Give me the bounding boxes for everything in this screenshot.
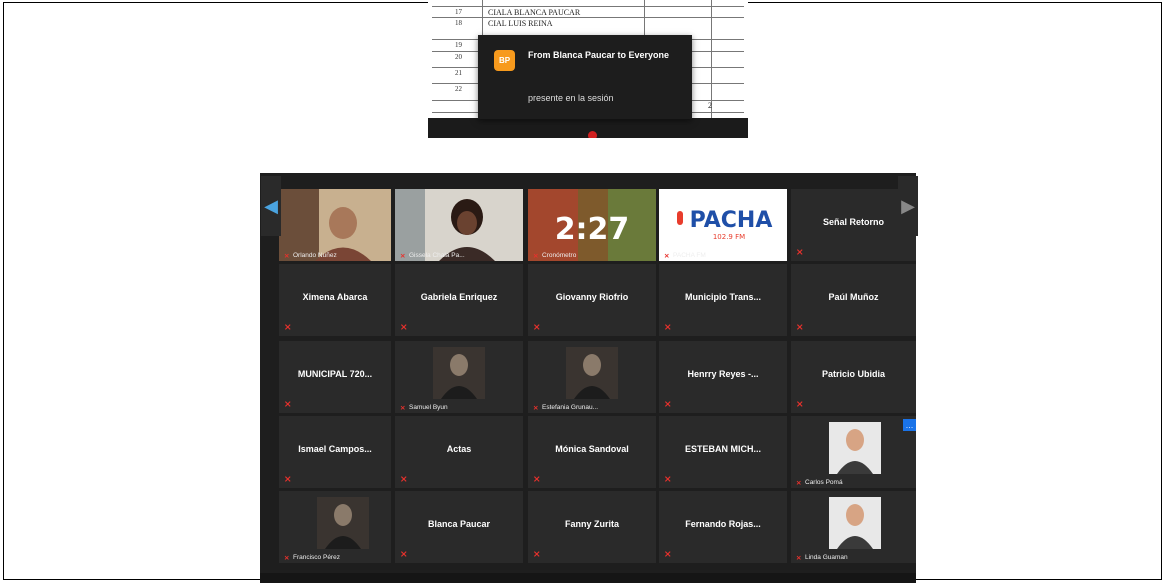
- participant-label: ⨯ Linda Guaman: [796, 554, 848, 562]
- pacha-logo: PACHA102.9 FM: [659, 189, 787, 261]
- participant-tile[interactable]: Blanca Paucar ⨯: [395, 491, 523, 563]
- muted-mic-icon: ⨯: [664, 399, 672, 409]
- participant-label: ⨯ Cronómetro: [533, 252, 577, 260]
- participant-tile[interactable]: Henrry Reyes -... ⨯: [659, 341, 787, 413]
- muted-mic-icon: ⨯: [284, 474, 292, 484]
- chevron-right-icon[interactable]: ▶: [898, 176, 918, 236]
- muted-mic-icon: ⨯: [796, 480, 802, 487]
- participant-tile[interactable]: Gabriela Enriquez ⨯: [395, 264, 523, 336]
- participant-photo: [791, 416, 916, 488]
- participant-name: Ismael Campos...: [298, 444, 372, 454]
- participant-label: ⨯ Gissela Chala Pa...: [400, 252, 465, 260]
- participant-tile[interactable]: Giovanny Riofrio ⨯: [528, 264, 656, 336]
- meeting-controls-bar: [260, 573, 916, 583]
- participant-tile[interactable]: Patricio Ubidia ⨯: [791, 341, 916, 413]
- participant-tile[interactable]: Mónica Sandoval ⨯: [528, 416, 656, 488]
- notification-dot: [588, 131, 597, 138]
- participant-name: Henrry Reyes -...: [687, 369, 759, 379]
- participant-name: Ximena Abarca: [302, 292, 368, 302]
- more-options-button[interactable]: …: [903, 419, 916, 431]
- muted-mic-icon: ⨯: [400, 322, 408, 332]
- chat-notification-message: presente en la sesión: [528, 93, 614, 103]
- participant-tile[interactable]: ⨯ Samuel Byun: [395, 341, 523, 413]
- participant-label: ⨯ Orlando Nuñez: [284, 252, 337, 260]
- muted-mic-icon: ⨯: [533, 405, 539, 412]
- participant-name: MUNICIPAL 720...: [297, 369, 373, 379]
- timer-display: 2:27: [528, 189, 656, 261]
- participant-name: Municipio Trans...: [684, 292, 761, 302]
- muted-mic-icon: ⨯: [664, 474, 672, 484]
- svg-text:2:27: 2:27: [555, 212, 630, 247]
- participant-tile[interactable]: Ismael Campos... ⨯: [279, 416, 391, 488]
- muted-mic-icon: ⨯: [533, 253, 539, 260]
- participant-tile[interactable]: ⨯ Carlos Pomá: [791, 416, 916, 488]
- participant-photo: [791, 491, 916, 563]
- participant-tile[interactable]: Paúl Muñoz ⨯: [791, 264, 916, 336]
- muted-mic-icon: ⨯: [284, 322, 292, 332]
- participant-tile[interactable]: MUNICIPAL 720... ⨯: [279, 341, 391, 413]
- participant-tile[interactable]: Ximena Abarca ⨯: [279, 264, 391, 336]
- muted-mic-icon: ⨯: [796, 555, 802, 562]
- participant-tile[interactable]: Municipio Trans... ⨯: [659, 264, 787, 336]
- taskbar: [428, 118, 748, 138]
- participant-name: Fernando Rojas...: [685, 519, 761, 529]
- participant-tile[interactable]: ⨯ Orlando Nuñez: [279, 189, 391, 261]
- svg-text:102.9 FM: 102.9 FM: [713, 233, 745, 241]
- participant-name: Blanca Paucar: [427, 519, 491, 529]
- chevron-left-icon[interactable]: ◀: [261, 176, 281, 236]
- gallery-view: ⨯ Orlando Nuñez ⨯ Gissela Chala Pa... 2:27 ⨯ C…: [260, 173, 916, 583]
- chat-notification[interactable]: BP From Blanca Paucar to Everyone presen…: [478, 35, 692, 119]
- participant-tile[interactable]: ⨯ Linda Guaman: [791, 491, 916, 563]
- participant-name: Patricio Ubidia: [821, 369, 885, 379]
- muted-mic-icon: ⨯: [400, 474, 408, 484]
- chat-notification-title: From Blanca Paucar to Everyone: [528, 50, 670, 60]
- muted-mic-icon: ⨯: [664, 253, 670, 260]
- participant-tile[interactable]: ⨯ Estefania Grunau...: [528, 341, 656, 413]
- participant-tile[interactable]: Actas ⨯: [395, 416, 523, 488]
- participant-name: Giovanny Riofrio: [555, 292, 629, 302]
- sheet-row: 18 CIAL LUIS REINA: [432, 17, 744, 29]
- participant-photo: [528, 341, 656, 413]
- muted-mic-icon: ⨯: [284, 555, 290, 562]
- participant-tile[interactable]: Fanny Zurita ⨯: [528, 491, 656, 563]
- muted-mic-icon: ⨯: [664, 322, 672, 332]
- participant-photo: [279, 491, 391, 563]
- muted-mic-icon: ⨯: [400, 253, 406, 260]
- participant-tile[interactable]: ESTEBAN MICH... ⨯: [659, 416, 787, 488]
- participant-label: ⨯ PACHA FM: [664, 252, 706, 260]
- muted-mic-icon: ⨯: [664, 549, 672, 559]
- muted-mic-icon: ⨯: [400, 549, 408, 559]
- muted-mic-icon: ⨯: [533, 474, 541, 484]
- muted-mic-icon: ⨯: [533, 549, 541, 559]
- participant-tile[interactable]: ⨯ Gissela Chala Pa...: [395, 189, 523, 261]
- muted-mic-icon: ⨯: [796, 322, 804, 332]
- muted-mic-icon: ⨯: [284, 399, 292, 409]
- participant-name: Actas: [446, 444, 472, 454]
- svg-text:PACHA: PACHA: [690, 208, 773, 233]
- shared-screen: 17 CIALA BLANCA PAUCAR 18 CIAL LUIS REINA …: [428, 0, 748, 138]
- participant-name: Fanny Zurita: [564, 519, 619, 529]
- participant-label: ⨯ Samuel Byun: [400, 404, 448, 412]
- participant-tile[interactable]: 2:27 ⨯ Cronómetro: [528, 189, 656, 261]
- participant-video: [279, 189, 391, 261]
- participant-name: Paúl Muñoz: [828, 292, 879, 302]
- participant-label: ⨯ Estefania Grunau...: [533, 404, 599, 412]
- muted-mic-icon: ⨯: [796, 399, 804, 409]
- muted-mic-icon: ⨯: [533, 322, 541, 332]
- muted-mic-icon: ⨯: [284, 253, 290, 260]
- participant-name: Gabriela Enriquez: [420, 292, 498, 302]
- participant-label: ⨯ Francisco Pérez: [284, 554, 340, 562]
- participant-tile[interactable]: PACHA 102.9 FM ⨯ PACHA FM: [659, 189, 787, 261]
- participant-tile[interactable]: Fernando Rojas... ⨯: [659, 491, 787, 563]
- participant-tile[interactable]: ⨯ Francisco Pérez: [279, 491, 391, 563]
- participant-label: ⨯ Carlos Pomá: [796, 479, 843, 487]
- participant-name: ESTEBAN MICH...: [684, 444, 761, 454]
- participant-name: Mónica Sandoval: [555, 444, 629, 454]
- sheet-total: 2: [708, 101, 712, 110]
- participant-video: [395, 189, 523, 261]
- muted-mic-icon: ⨯: [400, 405, 406, 412]
- muted-mic-icon: ⨯: [796, 247, 804, 257]
- sender-avatar: BP: [494, 50, 515, 71]
- participant-photo: [395, 341, 523, 413]
